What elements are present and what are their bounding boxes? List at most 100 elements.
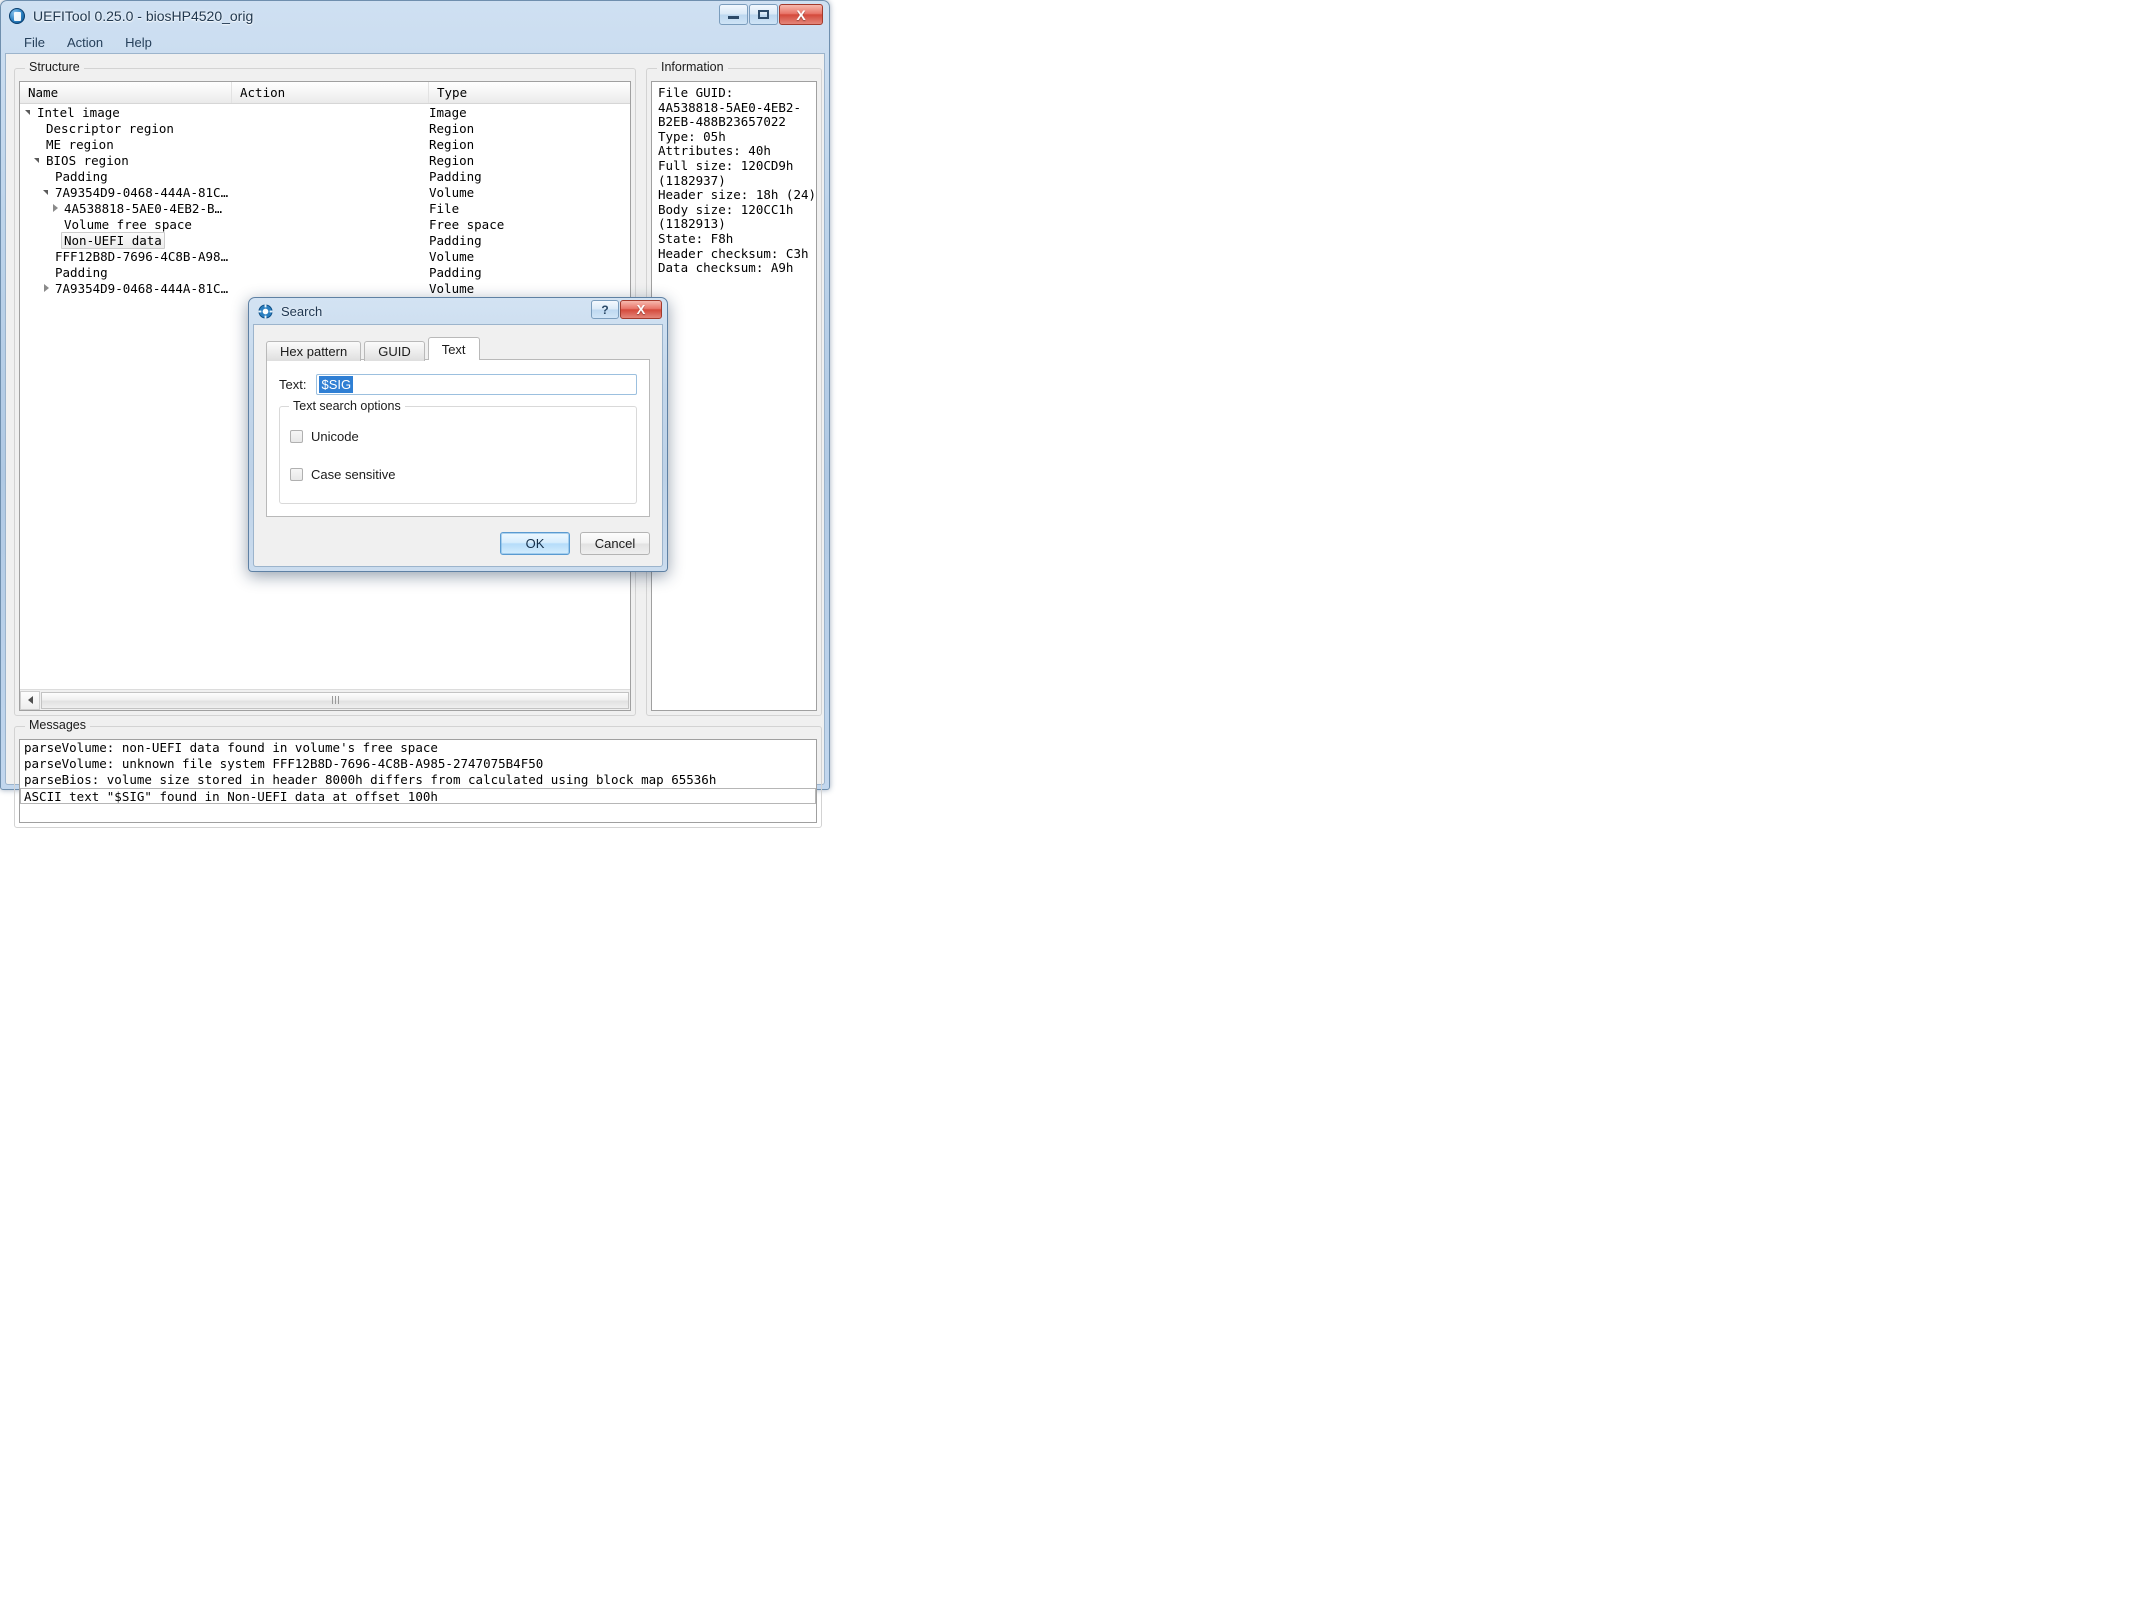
tree-cell-name: Descriptor region (20, 120, 232, 136)
menu-action[interactable]: Action (56, 33, 114, 52)
menu-bar: File Action Help (1, 31, 829, 53)
tree-node-label: Descriptor region (46, 120, 174, 136)
table-row[interactable]: Non-UEFI data Padding (20, 231, 630, 249)
table-row[interactable]: Volume free space Free space (20, 216, 630, 232)
search-text-input[interactable]: $SIG (316, 374, 637, 395)
table-row[interactable]: 4A538818-5AE0-4EB2-B… File (20, 200, 630, 216)
tree-cell-name: Non-UEFI data (20, 231, 232, 249)
tab-text[interactable]: Text (427, 337, 480, 360)
tree-cell-type: Padding (429, 232, 482, 248)
expand-arrow-open-icon[interactable] (23, 104, 34, 120)
scroll-left-icon (27, 696, 33, 704)
scrollbar-thumb[interactable] (41, 691, 629, 709)
expand-arrow-open-icon[interactable] (41, 184, 52, 200)
table-row[interactable]: Intel image Image (20, 104, 630, 120)
table-row[interactable]: FFF12B8D-7696-4C8B-A98… Volume (20, 248, 630, 264)
search-dialog-body: Hex pattern GUID Text Text: $SIG Text se… (253, 324, 663, 567)
question-mark-icon: ? (601, 302, 609, 317)
tree-cell-type: Volume (429, 184, 475, 200)
table-row[interactable]: Padding Padding (20, 264, 630, 280)
tree-cell-type: File (429, 200, 460, 216)
tree-node-label: Padding (55, 168, 108, 184)
tree-cell-type: Volume (429, 248, 475, 264)
table-row[interactable]: Descriptor region Region (20, 120, 630, 136)
table-row[interactable]: 7A9354D9-0468-444A-81C… Volume (20, 280, 630, 296)
messages-list[interactable]: parseVolume: non-UEFI data found in volu… (19, 739, 817, 823)
checkbox-case-sensitive[interactable]: Case sensitive (290, 467, 396, 482)
window-titlebar[interactable]: UEFITool 0.25.0 - biosHP4520_orig X (1, 1, 829, 31)
expand-arrow-open-icon[interactable] (32, 152, 43, 168)
structure-group-title: Structure (25, 60, 84, 74)
search-text-value: $SIG (319, 376, 354, 393)
list-item[interactable]: parseBios: volume size stored in header … (20, 772, 816, 788)
search-dialog-title: Search (281, 303, 323, 319)
search-dialog-titlebar[interactable]: Search ? X (249, 298, 667, 324)
table-row[interactable]: 7A9354D9-0468-444A-81C… Volume (20, 184, 630, 200)
tree-cell-name: 4A538818-5AE0-4EB2-B… (20, 200, 232, 216)
tab-guid[interactable]: GUID (364, 341, 425, 361)
tree-horizontal-scrollbar[interactable] (20, 689, 630, 710)
minimize-button[interactable] (719, 4, 748, 25)
tree-cell-type: Region (429, 136, 475, 152)
minimize-icon (728, 16, 739, 19)
column-header-type[interactable]: Type (429, 82, 630, 103)
tree-cell-type: Padding (429, 264, 482, 280)
tree-cell-type: Volume (429, 280, 475, 296)
cancel-button[interactable]: Cancel (580, 532, 650, 555)
tree-node-label: Volume free space (64, 216, 192, 232)
information-text: File GUID: 4A538818-5AE0-4EB2- B2EB-488B… (651, 81, 817, 711)
text-tab-panel: Text: $SIG Text search options Unicode C… (266, 359, 650, 517)
tree-cell-type: Region (429, 152, 475, 168)
tree-header-row: Name Action Type (20, 82, 630, 104)
checkbox-unicode[interactable]: Unicode (290, 429, 359, 444)
tree-cell-name: ME region (20, 136, 232, 152)
tree-node-label: 7A9354D9-0468-444A-81C… (55, 280, 229, 296)
menu-file[interactable]: File (13, 33, 56, 52)
tree-cell-name: Padding (20, 168, 232, 184)
information-group-title: Information (657, 60, 728, 74)
expand-arrow-closed-icon[interactable] (41, 280, 52, 296)
window-controls: X (719, 4, 823, 25)
tree-cell-name: FFF12B8D-7696-4C8B-A98… (20, 248, 232, 264)
column-header-name[interactable]: Name (20, 82, 232, 103)
tree-cell-type: Region (429, 120, 475, 136)
tree-cell-name: 7A9354D9-0468-444A-81C… (20, 184, 232, 200)
checkbox-case-sensitive-box[interactable] (290, 468, 303, 481)
search-tabs: Hex pattern GUID Text (266, 337, 650, 361)
menu-help[interactable]: Help (114, 33, 163, 52)
tree-node-label: Padding (55, 264, 108, 280)
tree-node-label: BIOS region (46, 152, 129, 168)
scroll-left-button[interactable] (20, 690, 40, 710)
checkbox-case-sensitive-label: Case sensitive (311, 467, 396, 482)
checkbox-unicode-box[interactable] (290, 430, 303, 443)
dialog-close-button[interactable]: X (620, 300, 662, 319)
list-item[interactable]: ASCII text "$SIG" found in Non-UEFI data… (20, 788, 816, 804)
tree-cell-name: Intel image (20, 104, 232, 120)
tree-cell-type: Free space (429, 216, 505, 232)
tree-cell-name: Volume free space (20, 216, 232, 232)
tree-node-label: FFF12B8D-7696-4C8B-A98… (55, 248, 229, 264)
maximize-button[interactable] (749, 4, 778, 25)
table-row[interactable]: ME region Region (20, 136, 630, 152)
list-item[interactable]: parseVolume: non-UEFI data found in volu… (20, 740, 816, 756)
tab-hex-pattern[interactable]: Hex pattern (266, 341, 362, 361)
list-item[interactable]: parseVolume: unknown file system FFF12B8… (20, 756, 816, 772)
tree-cell-name: BIOS region (20, 152, 232, 168)
close-icon: X (636, 302, 646, 317)
expand-arrow-closed-icon[interactable] (50, 200, 61, 216)
checkbox-unicode-label: Unicode (311, 429, 359, 444)
help-button[interactable]: ? (591, 300, 619, 319)
table-row[interactable]: Padding Padding (20, 168, 630, 184)
column-header-action[interactable]: Action (232, 82, 429, 103)
messages-groupbox: Messages parseVolume: non-UEFI data foun… (14, 718, 822, 828)
gear-icon (258, 303, 273, 319)
close-button[interactable]: X (779, 4, 823, 25)
table-row[interactable]: BIOS region Region (20, 152, 630, 168)
search-dialog: Search ? X Hex pattern GUID Text Text: $… (248, 297, 668, 572)
ok-button[interactable]: OK (500, 532, 570, 555)
text-search-row: Text: $SIG (279, 374, 637, 395)
text-search-options-groupbox: Text search options Unicode Case sensiti… (279, 399, 637, 504)
tree-node-label: 4A538818-5AE0-4EB2-B… (64, 200, 223, 216)
